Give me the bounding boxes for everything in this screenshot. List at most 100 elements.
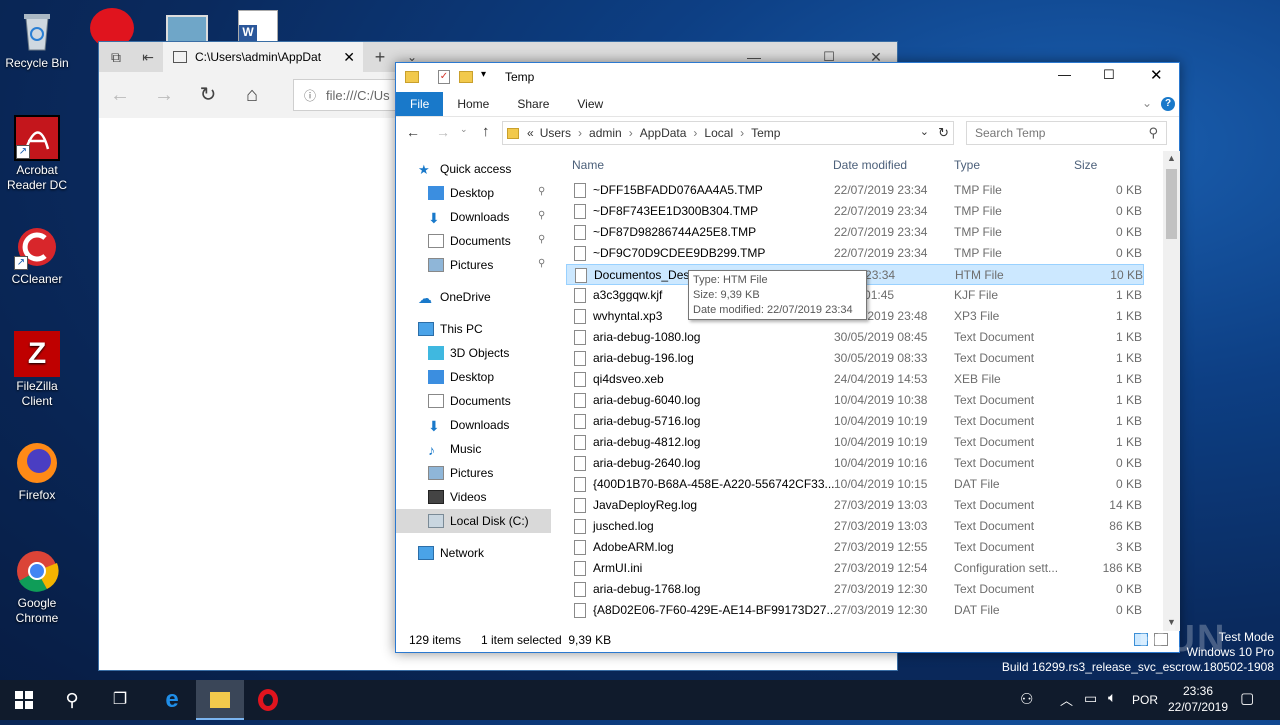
properties-icon[interactable]: ✓ xyxy=(438,70,450,84)
column-header-size[interactable]: Size xyxy=(1074,154,1097,176)
file-row[interactable]: aria-debug-5716.log 10/04/2019 10:19 Text … xyxy=(566,411,1144,432)
edge-active-tab[interactable]: C:\Users\admin\AppDat ✕ xyxy=(163,42,363,72)
back-icon[interactable]: ← xyxy=(406,124,420,140)
file-row[interactable]: ~DF8F743EE1D300B304.TMP 22/07/2019 23:34 T… xyxy=(566,201,1144,222)
nav-local-disk[interactable]: Local Disk (C:) xyxy=(428,509,529,533)
back-icon[interactable]: ← xyxy=(105,80,135,110)
nav-videos[interactable]: Videos xyxy=(428,485,486,509)
search-taskbar-icon[interactable]: ⚲ xyxy=(48,680,96,720)
nav-downloads[interactable]: ⬇ Downloads xyxy=(428,413,509,437)
column-header-type[interactable]: Type xyxy=(954,154,980,176)
up-icon[interactable]: ↑ xyxy=(482,123,490,140)
expand-ribbon-icon[interactable]: ⌄ xyxy=(1142,96,1152,110)
task-view-icon[interactable]: ❐ xyxy=(96,680,144,720)
people-icon[interactable]: ⚇ xyxy=(1020,690,1033,708)
help-icon[interactable]: ? xyxy=(1161,97,1175,111)
tab-file[interactable]: File xyxy=(396,92,444,116)
tab-home[interactable]: Home xyxy=(443,92,503,116)
nav-pictures-pinned[interactable]: Pictures xyxy=(428,253,493,277)
file-type: Text Document xyxy=(954,540,1035,554)
word-desktop-icon[interactable]: W xyxy=(238,10,278,42)
file-row[interactable]: qi4dsveo.xeb 24/04/2019 14:53 XEB File 1 KB xyxy=(566,369,1144,390)
search-placeholder: Search Temp xyxy=(975,126,1046,140)
new-tab-icon[interactable]: + xyxy=(365,42,395,72)
shortcut-arrow-icon: ↗ xyxy=(14,256,28,270)
file-row[interactable]: aria-debug-196.log 30/05/2019 08:33 Text D… xyxy=(566,348,1144,369)
image-desktop-icon[interactable] xyxy=(166,15,208,43)
vertical-scrollbar[interactable]: ▲ ▼ xyxy=(1163,151,1180,631)
explorer-window[interactable]: ✓ ▾ Temp — ☐ ✕ File Home Share View ⌄ ? … xyxy=(395,62,1180,653)
breadcrumb-users[interactable]: Users xyxy=(540,126,571,140)
nav-music[interactable]: ♪ Music xyxy=(428,437,481,461)
address-dropdown-icon[interactable]: ⌄ xyxy=(920,125,929,138)
qat-dropdown-icon[interactable]: ▾ xyxy=(481,69,486,80)
nav-quick-access[interactable]: ★ Quick access xyxy=(418,157,511,181)
desktop-icon-chrome[interactable]: Google Chrome xyxy=(0,548,74,626)
forward-icon[interactable]: → xyxy=(149,80,179,110)
set-aside-tabs-icon[interactable]: ⇤ xyxy=(133,42,163,72)
column-header-date[interactable]: Date modified xyxy=(833,154,907,176)
file-row[interactable]: {400D1B70-B68A-458E-A220-556742CF33... 10… xyxy=(566,474,1144,495)
tab-view[interactable]: View xyxy=(563,92,617,116)
volume-icon[interactable]: 🔈︎ xyxy=(1108,689,1116,706)
file-row[interactable]: aria-debug-1080.log 30/05/2019 08:45 Text … xyxy=(566,327,1144,348)
column-header-name[interactable]: Name xyxy=(572,154,604,176)
language-indicator[interactable]: POR xyxy=(1132,693,1158,707)
nav-label: 3D Objects xyxy=(450,346,510,360)
desktop-icon-acrobat[interactable]: ↗ Acrobat Reader DC xyxy=(0,115,74,193)
nav-documents-pinned[interactable]: Documents xyxy=(428,229,511,253)
clock[interactable]: 23:36 22/07/2019 xyxy=(1162,683,1234,715)
close-tab-icon[interactable]: ✕ xyxy=(343,49,355,66)
network-tray-icon[interactable]: ▭ xyxy=(1084,690,1097,707)
forward-icon[interactable]: → xyxy=(436,124,450,140)
close-icon[interactable]: ✕ xyxy=(1150,66,1163,84)
address-refresh-icon[interactable]: ↻ xyxy=(938,125,949,141)
nav-3d-objects[interactable]: 3D Objects xyxy=(428,341,509,365)
file-row[interactable]: ArmUI.ini 27/03/2019 12:54 Configuration s… xyxy=(566,558,1144,579)
file-row[interactable]: ~DF9C70D9CDEE9DB299.TMP 22/07/2019 23:34 T… xyxy=(566,243,1144,264)
tab-manager-icon[interactable]: ⧉ xyxy=(101,42,131,72)
nav-this-pc[interactable]: This PC xyxy=(418,317,483,341)
tab-share[interactable]: Share xyxy=(503,92,563,116)
tray-chevron-icon[interactable]: ︿ xyxy=(1060,690,1073,709)
minimize-icon[interactable]: — xyxy=(1058,67,1071,82)
scroll-thumb[interactable] xyxy=(1166,169,1177,239)
home-icon[interactable]: ⌂ xyxy=(237,80,267,110)
scroll-up-icon[interactable]: ▲ xyxy=(1167,153,1176,163)
file-row[interactable]: jusched.log 27/03/2019 13:03 Text Document… xyxy=(566,516,1144,537)
file-row[interactable]: AdobeARM.log 27/03/2019 12:55 Text Documen… xyxy=(566,537,1144,558)
file-row[interactable]: ~DFF15BFADD076AA4A5.TMP 22/07/2019 23:34 T… xyxy=(566,180,1144,201)
nav-downloads-pinned[interactable]: ⬇ Downloads xyxy=(428,205,509,229)
breadcrumb-local[interactable]: Local xyxy=(704,126,733,140)
breadcrumb-admin[interactable]: admin xyxy=(589,126,622,140)
file-row[interactable]: aria-debug-4812.log 10/04/2019 10:19 Text … xyxy=(566,432,1144,453)
address-bar[interactable]: « Users › admin › AppData › Local › Temp ⌄ ↻ xyxy=(502,121,954,145)
nav-documents[interactable]: Documents xyxy=(428,389,511,413)
desktop-icon-filezilla[interactable]: Z FileZilla Client xyxy=(0,331,74,409)
edge-taskbar-icon[interactable]: e xyxy=(148,680,196,720)
file-row[interactable]: JavaDeployReg.log 27/03/2019 13:03 Text Do… xyxy=(566,495,1144,516)
file-row[interactable]: aria-debug-1768.log 27/03/2019 12:30 Text … xyxy=(566,579,1144,600)
start-button[interactable] xyxy=(0,680,48,720)
breadcrumb-overflow[interactable]: « xyxy=(527,126,534,140)
nav-network[interactable]: Network xyxy=(418,541,484,565)
explorer-taskbar-icon[interactable] xyxy=(196,680,244,720)
nav-onedrive[interactable]: ☁ OneDrive xyxy=(418,285,491,309)
opera-taskbar-icon[interactable] xyxy=(244,680,292,720)
nav-pictures[interactable]: Pictures xyxy=(428,461,493,485)
breadcrumb-appdata[interactable]: AppData xyxy=(640,126,687,140)
recent-locations-icon[interactable]: ⌄ xyxy=(460,124,468,135)
desktop-icon-recycle-bin[interactable]: Recycle Bin xyxy=(0,8,74,71)
file-row[interactable]: ~DF87D98286744A25E8.TMP 22/07/2019 23:34 T… xyxy=(566,222,1144,243)
search-input[interactable]: Search Temp ⚲ xyxy=(966,121,1167,145)
breadcrumb-temp[interactable]: Temp xyxy=(751,126,780,140)
nav-desktop[interactable]: Desktop xyxy=(428,365,494,389)
nav-desktop-pinned[interactable]: Desktop xyxy=(428,181,494,205)
maximize-icon[interactable]: ☐ xyxy=(1103,67,1115,83)
file-row[interactable]: aria-debug-2640.log 10/04/2019 10:16 Text … xyxy=(566,453,1144,474)
action-center-icon[interactable]: ▢ xyxy=(1240,689,1254,707)
file-row[interactable]: aria-debug-6040.log 10/04/2019 10:38 Text … xyxy=(566,390,1144,411)
new-folder-icon[interactable] xyxy=(459,71,473,83)
refresh-icon[interactable]: ↻ xyxy=(193,80,223,110)
test-mode-watermark: Test Mode Windows 10 Pro Build 16299.rs3… xyxy=(1002,630,1274,675)
